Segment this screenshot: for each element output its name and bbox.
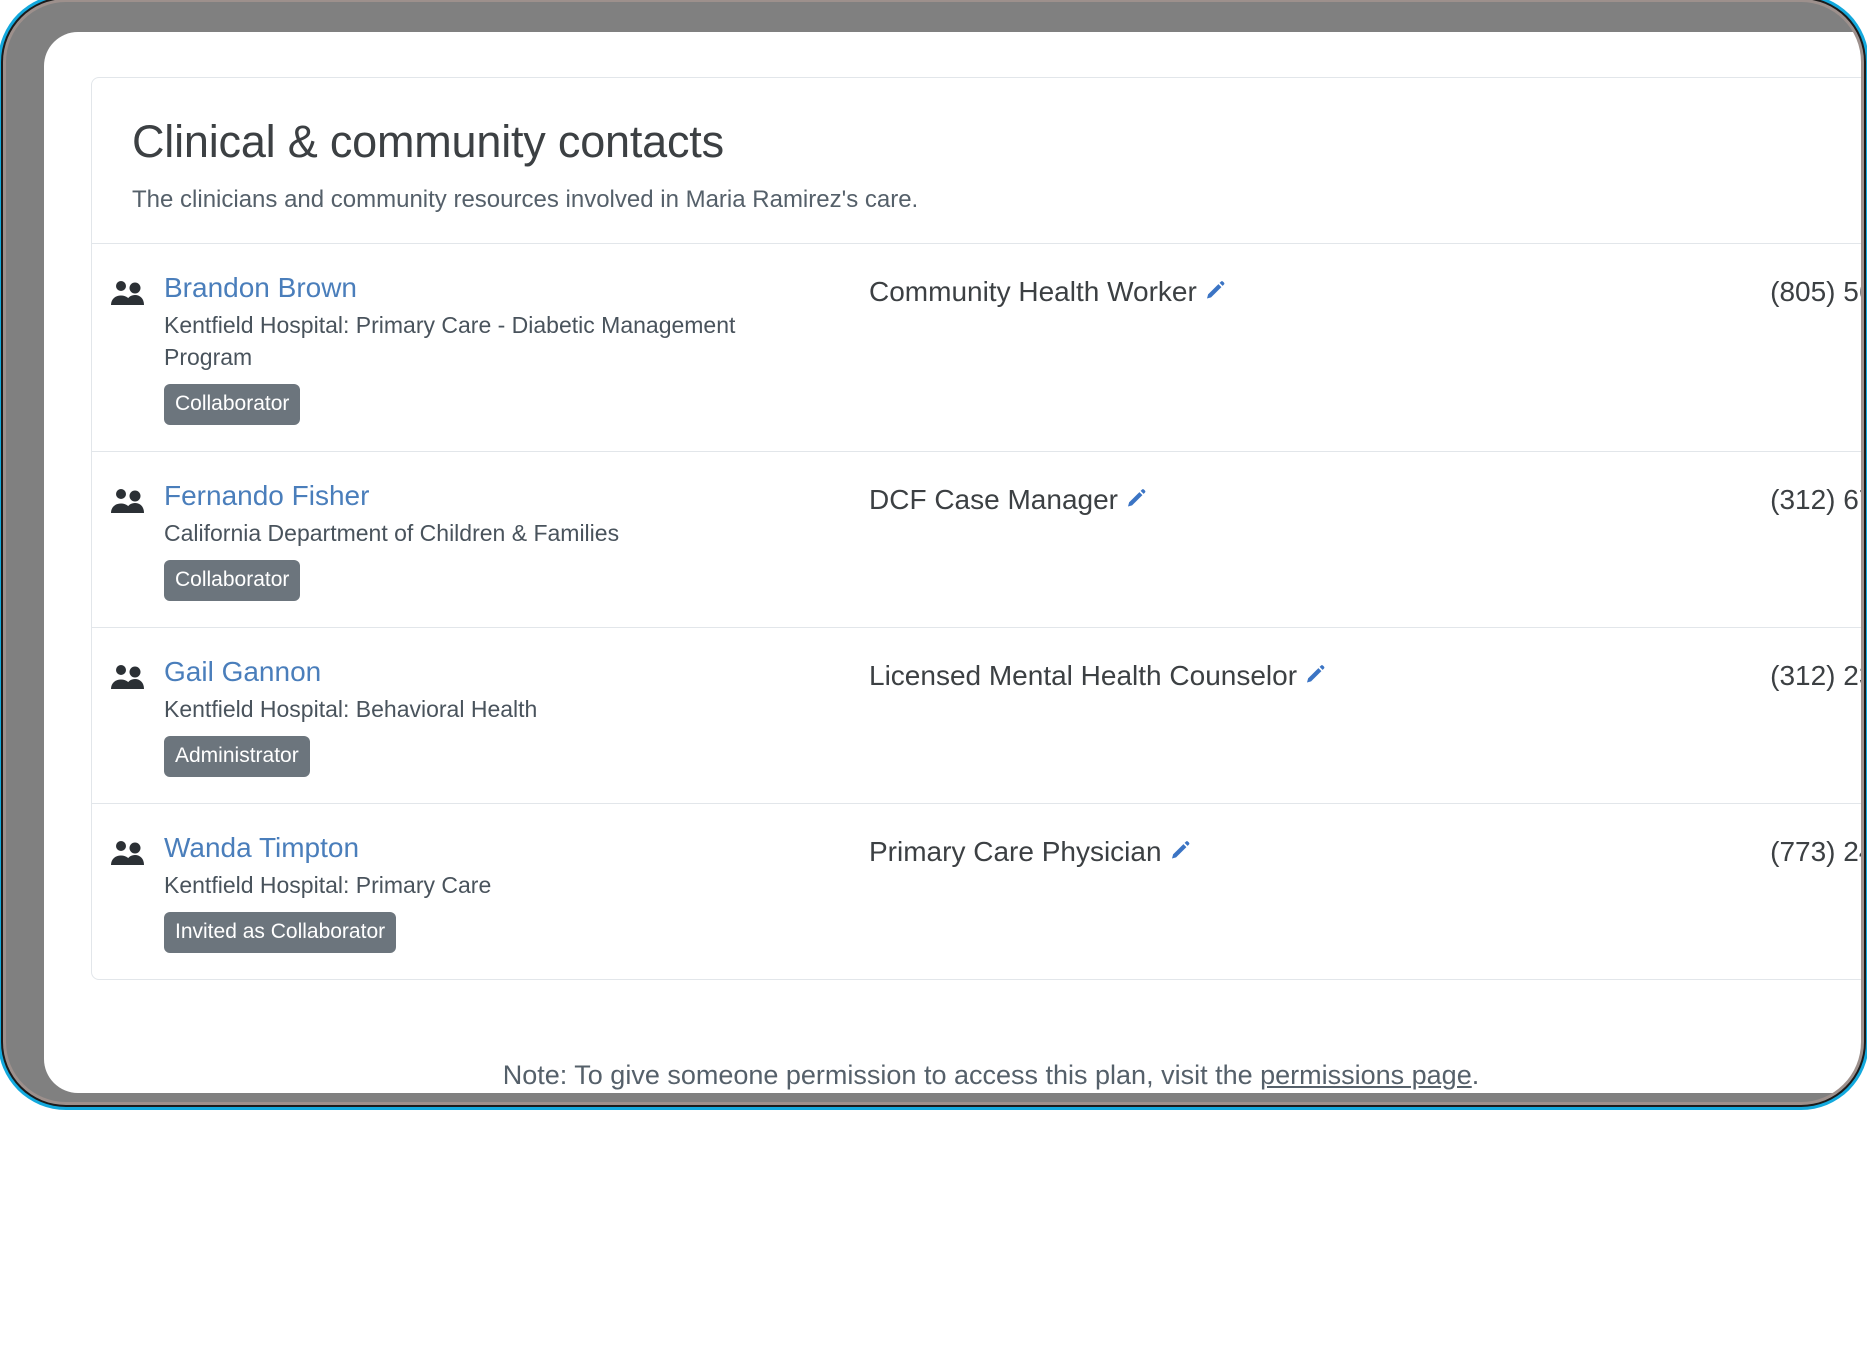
contact-role-cell: Primary Care Physician: [869, 830, 1599, 872]
people-icon: [111, 280, 145, 311]
permissions-note-prefix: Note: To give someone permission to acce…: [502, 1060, 1261, 1090]
pencil-edit-icon[interactable]: [1124, 484, 1148, 520]
table-row: Wanda Timpton Kentfield Hospital: Primar…: [92, 804, 1861, 979]
contact-name-link[interactable]: Fernando Fisher: [164, 478, 369, 514]
table-row: Fernando Fisher California Department of…: [92, 452, 1861, 628]
status-badge: Invited as Collaborator: [164, 912, 397, 954]
contact-org: Kentfield Hospital: Primary Care - Diabe…: [164, 312, 736, 371]
status-badge: Collaborator: [164, 559, 301, 601]
contact-role-cell: Community Health Worker: [869, 270, 1599, 312]
status-badge: Administrator: [164, 736, 310, 778]
contacts-card: Clinical & community contacts The clinic…: [91, 77, 1861, 981]
device-frame: Clinical & community contacts The clinic…: [6, 2, 1861, 1102]
contact-phone-cell: (312) 678: [1770, 483, 1861, 515]
permissions-page-link[interactable]: permissions page: [1260, 1060, 1472, 1090]
browser-viewport: Clinical & community contacts The clinic…: [44, 32, 1861, 1093]
people-icon: [111, 488, 145, 519]
contact-name-link[interactable]: Wanda Timpton: [164, 830, 359, 866]
contact-role-label: Community Health Worker: [869, 275, 1197, 307]
people-icon: [111, 840, 145, 871]
contact-person-cell: Gail Gannon Kentfield Hospital: Behavior…: [164, 654, 869, 778]
contact-phone-cell: (773) 244: [1770, 836, 1861, 868]
permissions-note-suffix: .: [1471, 1060, 1480, 1090]
contact-role-cell: DCF Case Manager: [869, 478, 1599, 520]
contact-role-label: DCF Case Manager: [869, 483, 1118, 515]
contact-icon-cell: [92, 270, 164, 311]
contact-phone-cell: (805) 566: [1770, 275, 1861, 307]
contact-name-link[interactable]: Gail Gannon: [164, 654, 321, 690]
permissions-note: Note: To give someone permission to acce…: [91, 1054, 1861, 1093]
contact-role-label: Primary Care Physician: [869, 836, 1162, 868]
contact-role-label: Licensed Mental Health Counselor: [869, 659, 1298, 691]
contact-phone-cell: (312) 232: [1770, 659, 1861, 691]
contact-person-cell: Brandon Brown Kentfield Hospital: Primar…: [164, 270, 869, 425]
contact-role-cell: Licensed Mental Health Counselor: [869, 654, 1599, 696]
contact-icon-cell: [92, 478, 164, 519]
contact-org: Kentfield Hospital: Primary Care: [164, 872, 492, 899]
status-badge: Collaborator: [164, 383, 301, 425]
contact-name-link[interactable]: Brandon Brown: [164, 270, 357, 306]
contact-icon-cell: [92, 830, 164, 871]
people-icon: [111, 664, 145, 695]
card-header: Clinical & community contacts The clinic…: [92, 78, 1861, 244]
page-title: Clinical & community contacts: [132, 116, 724, 167]
contact-icon-cell: [92, 654, 164, 695]
table-row: Brandon Brown Kentfield Hospital: Primar…: [92, 244, 1861, 452]
contact-org: Kentfield Hospital: Behavioral Health: [164, 696, 538, 723]
pencil-edit-icon[interactable]: [1303, 660, 1327, 696]
contact-org: California Department of Children & Fami…: [164, 520, 620, 547]
contact-person-cell: Fernando Fisher California Department of…: [164, 478, 869, 601]
pencil-edit-icon[interactable]: [1203, 276, 1227, 312]
contact-person-cell: Wanda Timpton Kentfield Hospital: Primar…: [164, 830, 869, 954]
page-subtitle: The clinicians and community resources i…: [132, 185, 919, 213]
table-row: Gail Gannon Kentfield Hospital: Behavior…: [92, 628, 1861, 805]
contacts-list: Brandon Brown Kentfield Hospital: Primar…: [92, 244, 1861, 979]
pencil-edit-icon[interactable]: [1168, 836, 1192, 872]
